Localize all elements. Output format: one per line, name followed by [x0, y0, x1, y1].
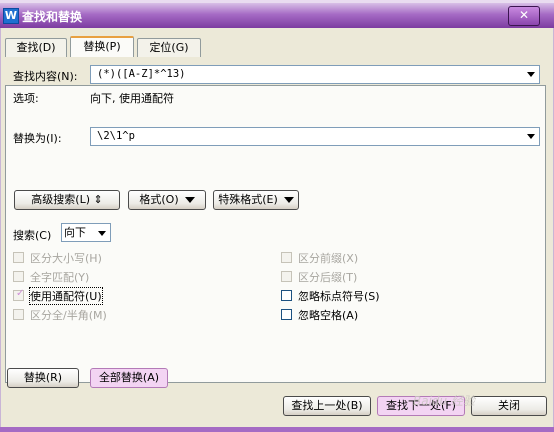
- tab-find[interactable]: 查找(D): [5, 38, 67, 57]
- replace-button[interactable]: 替换(R): [7, 368, 79, 388]
- match-suffix-label: 区分后缀(T): [298, 271, 358, 284]
- search-direction-value: 向下: [64, 226, 86, 239]
- search-direction-label: 搜索(C): [13, 229, 52, 242]
- find-what-value: (*)([A-Z]*^13): [97, 68, 186, 80]
- replace-with-value: \2\1^p: [97, 130, 135, 142]
- chevron-down-icon[interactable]: [527, 72, 535, 77]
- whole-word-label: 全字匹配(Y): [30, 271, 90, 284]
- tab-goto[interactable]: 定位(G): [137, 38, 201, 57]
- ignore-whitespace-label: 忽略空格(A): [298, 309, 359, 322]
- dropdown-arrow-icon: [283, 197, 294, 203]
- use-wildcards-label: 使用通配符(U): [29, 287, 103, 305]
- checkmark-icon: ✓: [16, 288, 25, 299]
- match-case-checkbox[interactable]: [13, 252, 24, 263]
- chevron-down-icon[interactable]: [527, 134, 535, 139]
- whole-word-checkbox[interactable]: [13, 271, 24, 282]
- format-button[interactable]: 格式(O): [128, 190, 206, 210]
- ignore-punctuation-label: 忽略标点符号(S): [298, 290, 380, 303]
- options-summary: 向下, 使用通配符: [90, 92, 174, 105]
- find-previous-button[interactable]: 查找上一处(B): [283, 396, 371, 416]
- match-prefix-label: 区分前缀(X): [298, 252, 359, 265]
- close-button[interactable]: 关闭: [471, 396, 547, 416]
- match-case-label: 区分大小写(H): [30, 252, 102, 265]
- replace-all-button[interactable]: 全部替换(A): [90, 368, 168, 388]
- tab-replace[interactable]: 替换(P): [70, 36, 134, 57]
- ignore-punctuation-checkbox[interactable]: [281, 290, 292, 301]
- special-format-label: 特殊格式(E): [218, 193, 278, 206]
- use-wildcards-checkbox[interactable]: ✓: [13, 288, 25, 301]
- match-width-checkbox[interactable]: [13, 309, 24, 320]
- chevron-down-icon: [98, 231, 106, 236]
- dialog-client-area: 查找(D) 替换(P) 定位(G) 查找内容(N): (*)([A-Z]*^13…: [0, 28, 554, 428]
- window-title: 查找和替换: [22, 10, 83, 24]
- find-what-combobox[interactable]: (*)([A-Z]*^13): [90, 65, 540, 84]
- search-direction-select[interactable]: 向下: [61, 223, 111, 242]
- match-suffix-checkbox[interactable]: [281, 271, 292, 282]
- replace-with-label: 替换为(I):: [13, 132, 62, 145]
- match-width-label: 区分全/半角(M): [30, 309, 107, 322]
- ignore-whitespace-checkbox[interactable]: [281, 309, 292, 320]
- baidu-watermark: Baidu 经验: [413, 394, 475, 408]
- window-bottom-border: [0, 427, 554, 432]
- advanced-search-button[interactable]: 高级搜索(L) ⇕: [14, 190, 120, 210]
- match-prefix-checkbox[interactable]: [281, 252, 292, 263]
- replace-with-combobox[interactable]: \2\1^p: [90, 127, 540, 146]
- dropdown-arrow-icon: [184, 197, 195, 203]
- options-label: 选项:: [13, 92, 39, 105]
- close-window-button[interactable]: ✕: [508, 6, 540, 26]
- special-format-button[interactable]: 特殊格式(E): [213, 190, 299, 210]
- find-what-label: 查找内容(N):: [13, 70, 78, 83]
- wps-writer-icon: W: [3, 8, 19, 24]
- format-button-label: 格式(O): [139, 193, 179, 206]
- title-bar[interactable]: W 查找和替换 ✕: [0, 3, 554, 28]
